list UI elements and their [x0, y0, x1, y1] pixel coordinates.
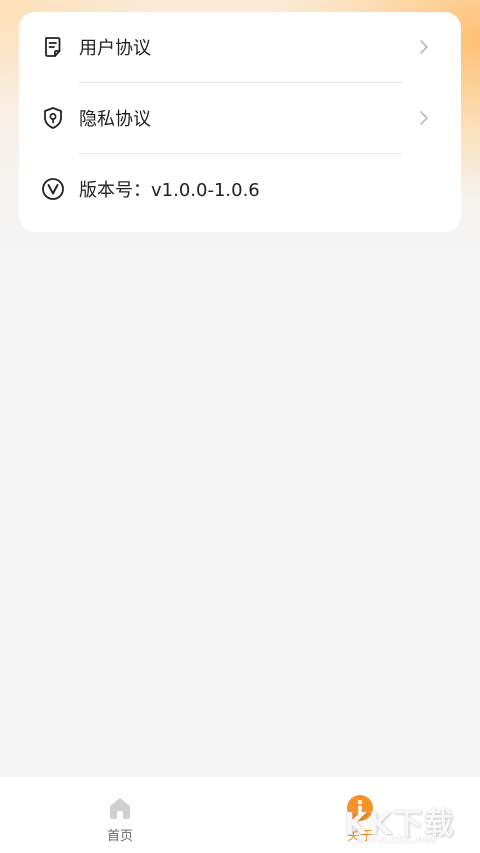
version-label: 版本号：v1.0.0-1.0.6: [79, 180, 260, 201]
shield-icon: [41, 106, 65, 130]
privacy-agreement-row[interactable]: 隐私协议: [19, 83, 461, 153]
settings-card: 用户协议 隐私协议 版本号：v1.0.0-1.0.6: [19, 12, 461, 232]
version-row: 版本号：v1.0.0-1.0.6: [19, 154, 461, 224]
user-agreement-row[interactable]: 用户协议: [19, 12, 461, 82]
bottom-tab-bar: 首页 关于: [0, 777, 480, 853]
home-icon: [106, 794, 134, 822]
privacy-agreement-label: 隐私协议: [79, 109, 151, 130]
document-icon: [41, 35, 65, 59]
chevron-right-icon: [417, 40, 431, 54]
info-icon: [346, 794, 374, 822]
tab-about-label: 关于: [346, 829, 373, 844]
chevron-right-icon: [417, 111, 431, 125]
tab-home[interactable]: 首页: [60, 777, 180, 853]
tab-about[interactable]: 关于: [300, 777, 420, 853]
user-agreement-label: 用户协议: [79, 38, 151, 59]
tab-home-label: 首页: [106, 829, 133, 844]
version-icon: [41, 177, 65, 201]
